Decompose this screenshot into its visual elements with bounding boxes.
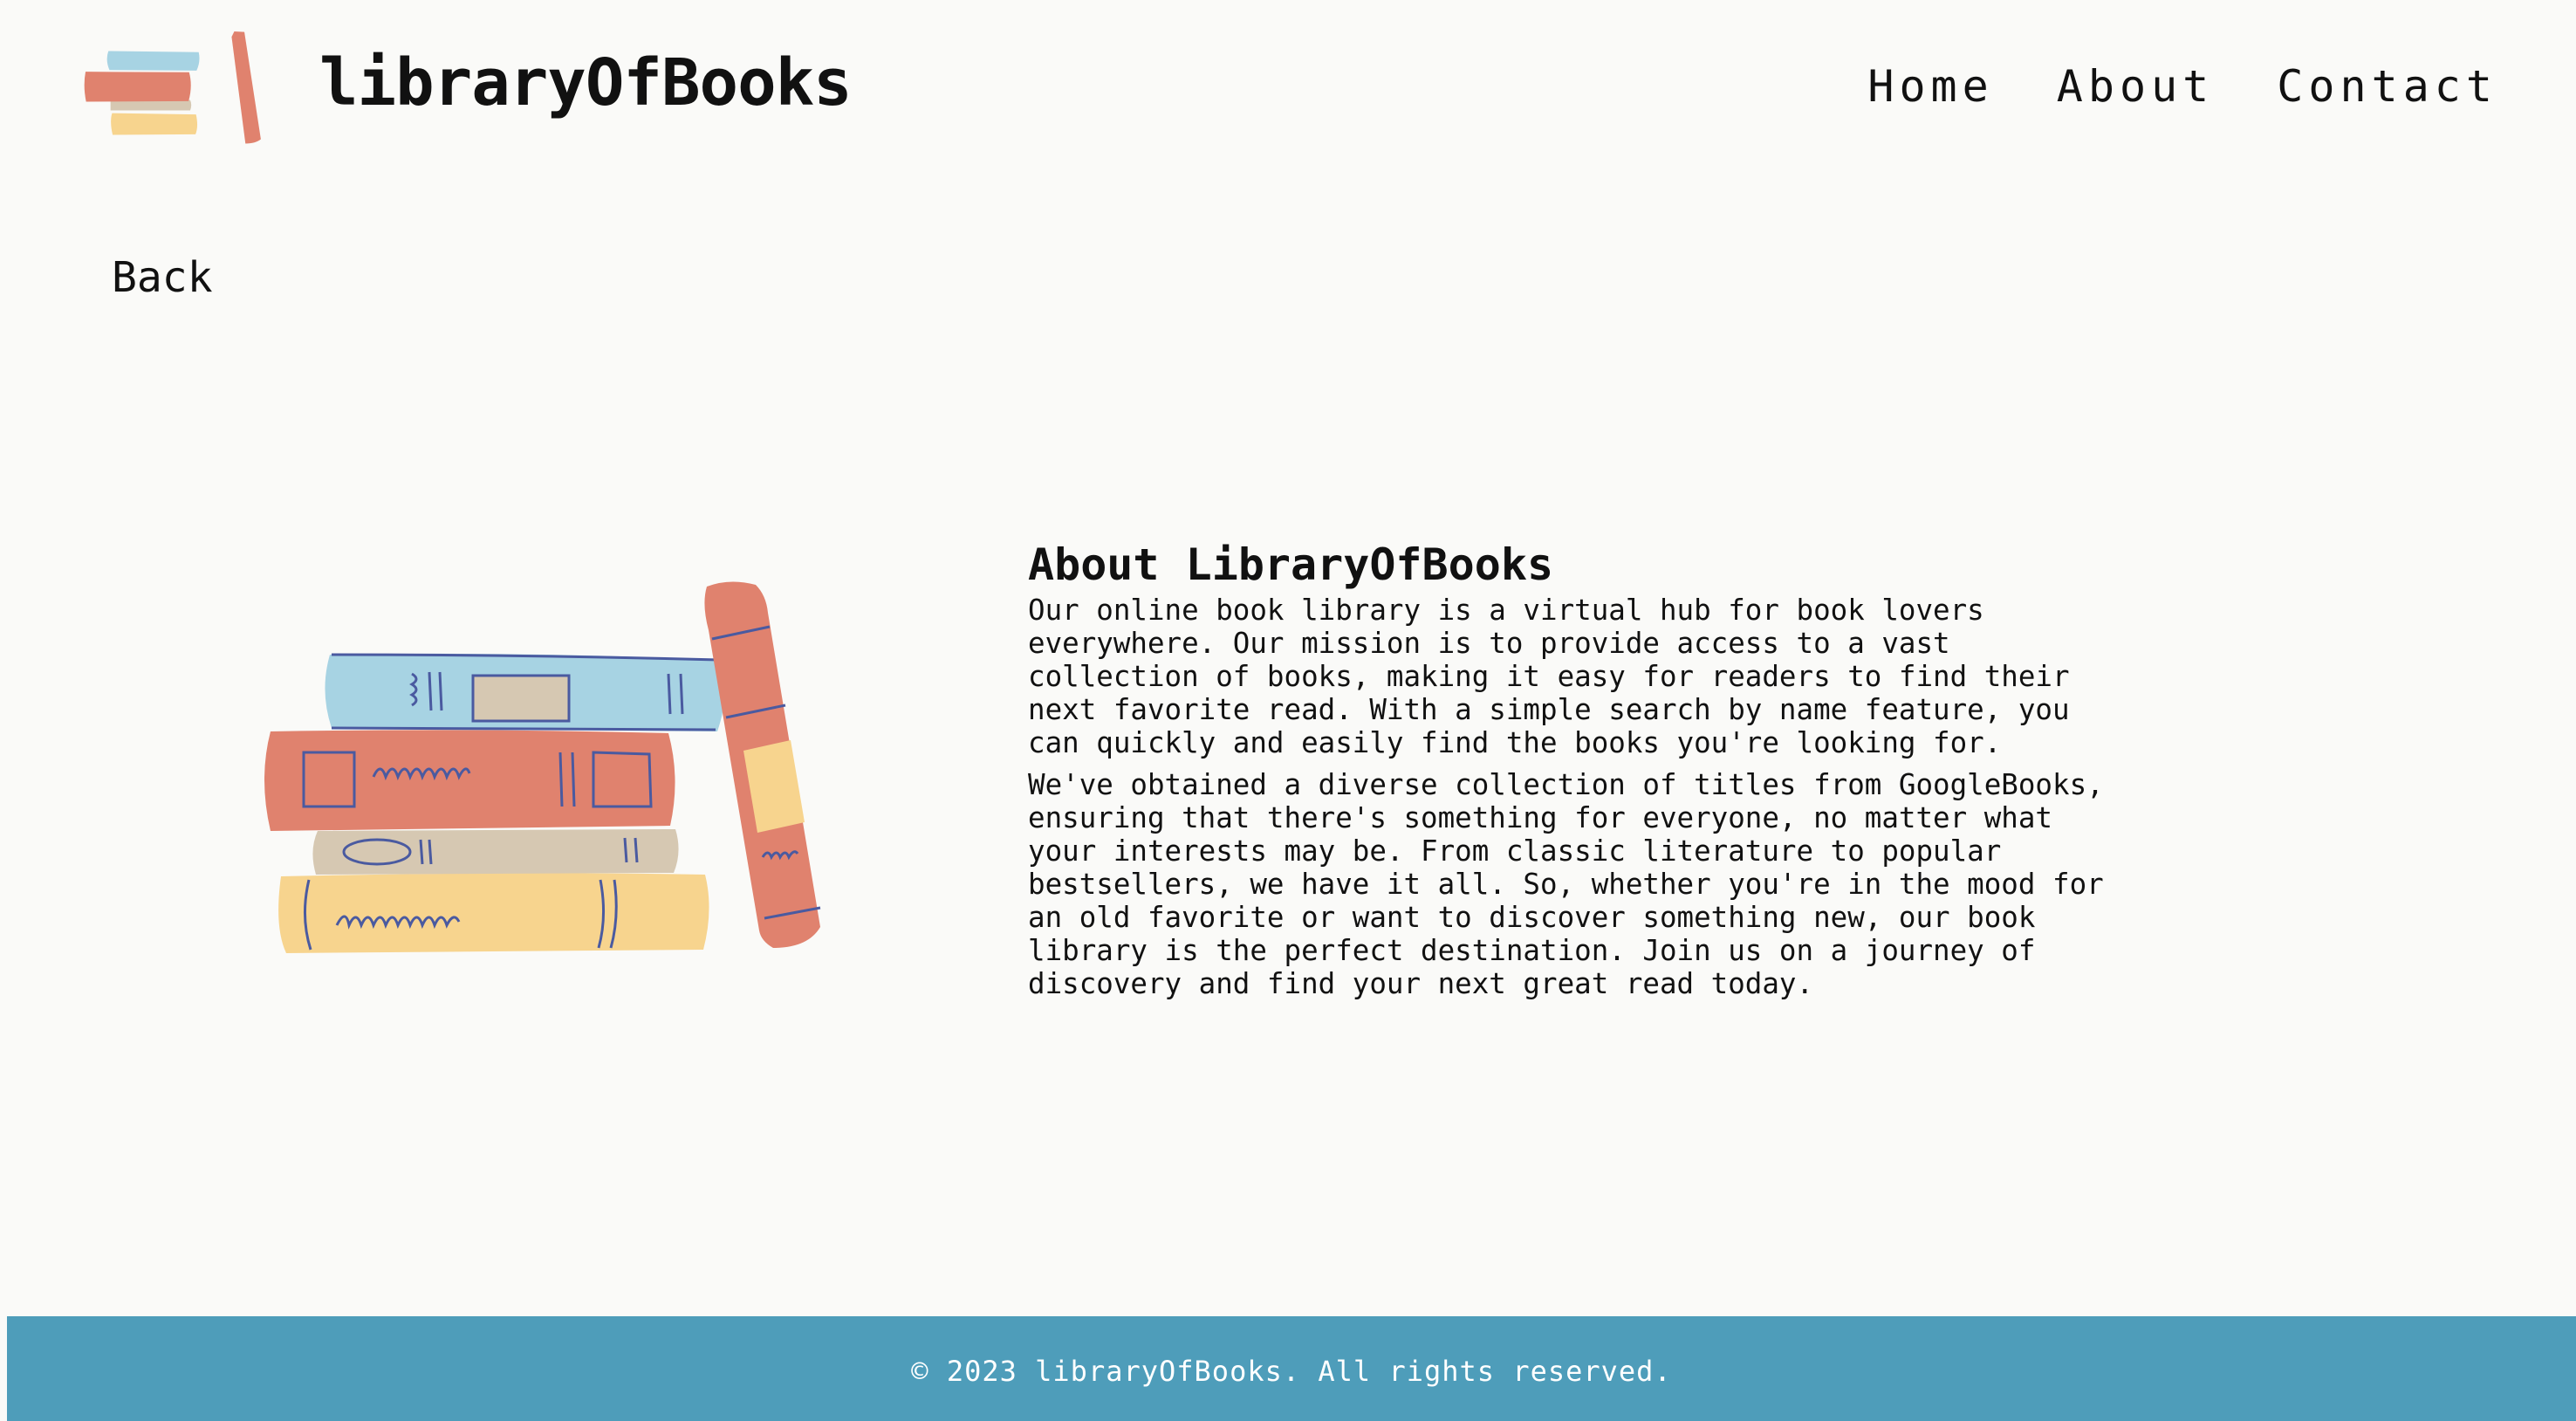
nav-home[interactable]: Home: [1867, 61, 1993, 112]
page: libraryOfBooks Home About Contact Back A…: [0, 0, 2576, 1421]
copyright-text: © 2023 libraryOfBooks. All rights reserv…: [911, 1355, 1672, 1388]
books-stack-icon[interactable]: [83, 31, 266, 150]
main-nav: Home About Contact: [1867, 61, 2497, 112]
books-stack-illustration: [264, 581, 821, 953]
back-link[interactable]: Back: [112, 253, 213, 302]
about-title: About LibraryOfBooks: [1028, 539, 1554, 590]
about-paragraph-1: Our online book library is a virtual hub…: [1028, 594, 2070, 759]
site-header: libraryOfBooks Home About Contact: [0, 0, 2576, 183]
nav-about[interactable]: About: [2057, 61, 2215, 112]
about-section: About LibraryOfBooks Our online book lib…: [1028, 536, 2127, 1000]
about-paragraph-2: We've obtained a diverse collection of t…: [1028, 768, 2104, 1000]
nav-contact[interactable]: Contact: [2277, 61, 2497, 112]
site-footer: © 2023 libraryOfBooks. All rights reserv…: [7, 1316, 2576, 1421]
brand-title[interactable]: libraryOfBooks: [319, 45, 853, 120]
